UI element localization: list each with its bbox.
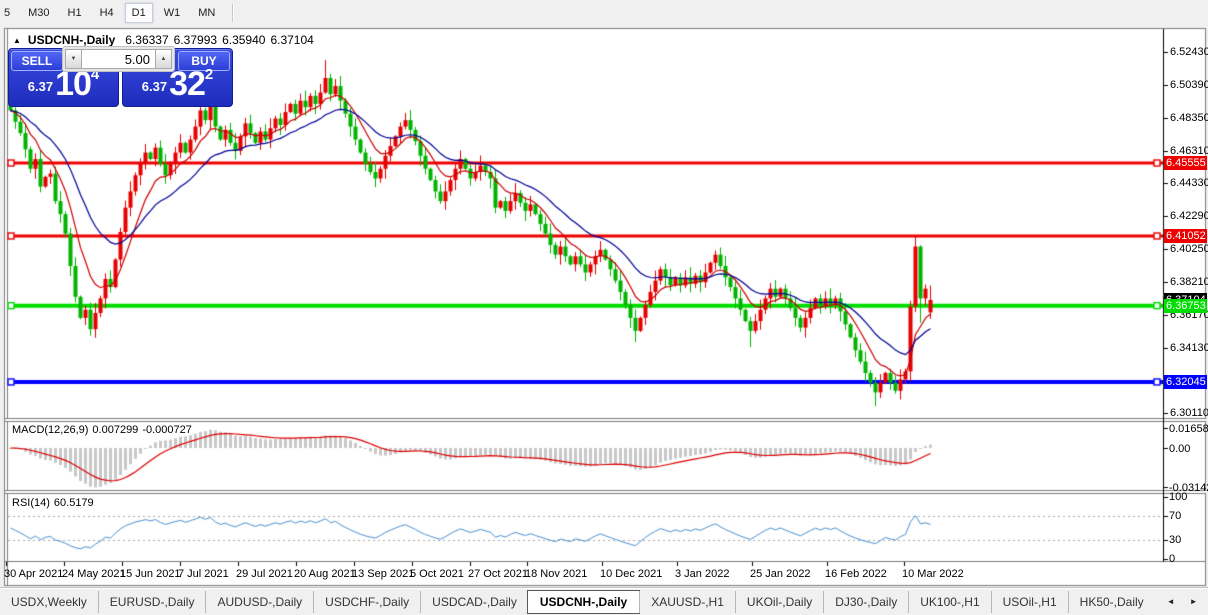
date-axis-label: 25 Jan 2022 <box>750 568 811 580</box>
date-axis-label: 30 Apr 2021 <box>4 568 64 580</box>
tab-scroll-right-icon[interactable]: ► <box>1190 597 1198 606</box>
price-axis-label: 6.34130 <box>1170 342 1208 355</box>
rsi-axis-label: 100 <box>1169 491 1188 503</box>
date-axis-label: 27 Oct 2021 <box>468 568 528 580</box>
chart-symbol-label: USDCNH-,Daily <box>27 33 116 47</box>
price-axis-label: 6.38210 <box>1170 276 1208 289</box>
date-axis-label: 13 Sep 2021 <box>352 568 415 580</box>
date-axis-label: 16 Feb 2022 <box>825 568 887 580</box>
timeframe-button-5[interactable]: 5 <box>1 3 17 23</box>
rsi-axis-label: 70 <box>1169 509 1182 522</box>
tab-audusd-daily[interactable]: AUDUSD-,Daily <box>205 590 313 613</box>
price-axis-label: 6.52430 <box>1170 45 1208 58</box>
symbol-tab-bar: USDX,Weekly EURUSD-,Daily AUDUSD-,Daily USD… <box>0 587 1208 615</box>
date-axis-label: 15 Jun 2021 <box>120 568 181 580</box>
timeframe-button-d1[interactable]: D1 <box>124 3 153 23</box>
tab-ukoil-daily[interactable]: UKOil-,Daily <box>734 590 823 613</box>
date-axis-label: 10 Dec 2021 <box>600 568 663 580</box>
collapse-arrow-icon[interactable]: ▲ <box>13 36 21 45</box>
volume-increase-button[interactable]: ▲ <box>155 49 172 69</box>
tab-scroll-left-icon[interactable]: ◄ <box>1167 597 1175 606</box>
one-click-trading-panel: SELL 6.37104 BUY 6.37322 ▼ ▲ <box>8 46 233 107</box>
tab-usoil-h1[interactable]: USOil-,H1 <box>990 590 1068 613</box>
timeframe-button-h4[interactable]: H4 <box>93 3 121 23</box>
date-axis-label: 7 Jul 2021 <box>178 568 229 580</box>
macd-axis-label: 0.00 <box>1169 443 1191 455</box>
date-axis-label: 18 Nov 2021 <box>525 568 588 580</box>
price-axis-label: 6.50390 <box>1170 78 1208 91</box>
tab-usdcnh-daily[interactable]: USDCNH-,Daily <box>526 589 641 614</box>
timeframe-button-mn[interactable]: MN <box>191 3 222 23</box>
date-axis-label: 5 Oct 2021 <box>410 568 464 580</box>
price-axis-label: 6.40250 <box>1170 242 1208 255</box>
timeframe-button-w1[interactable]: W1 <box>157 3 188 23</box>
date-axis-label: 3 Jan 2022 <box>675 568 730 580</box>
tab-usdchf-daily[interactable]: USDCHF-,Daily <box>313 590 420 613</box>
volume-decrease-button[interactable]: ▼ <box>65 49 82 69</box>
ohlc-open: 6.36337 <box>125 33 169 47</box>
tab-usdcad-daily[interactable]: USDCAD-,Daily <box>420 590 528 613</box>
tab-uk100-h1[interactable]: UK100-,H1 <box>908 590 990 613</box>
tab-scroll-arrows: ◄ ► <box>1155 597 1208 606</box>
tab-xauusd-h1[interactable]: XAUUSD-,H1 <box>639 590 735 613</box>
volume-control: ▼ ▲ <box>62 46 175 72</box>
date-axis-label: 29 Jul 2021 <box>236 568 293 580</box>
timeframe-button-m30[interactable]: M30 <box>21 3 56 23</box>
price-axis-label: 6.30110 <box>1170 407 1208 420</box>
tab-dj30-daily[interactable]: DJ30-,Daily <box>823 590 908 613</box>
price-axis-label: 6.48350 <box>1170 111 1208 124</box>
ohlc-low: 6.35940 <box>222 33 266 47</box>
rsi-indicator-label: RSI(14) 60.5179 <box>12 497 94 509</box>
tab-usdx-weekly[interactable]: USDX,Weekly <box>0 591 98 613</box>
toolbar-separator <box>232 4 235 22</box>
ohlc-close: 6.37104 <box>270 33 314 47</box>
macd-indicator-label: MACD(12,26,9) 0.007299 -0.000727 <box>12 424 192 436</box>
volume-input[interactable] <box>82 49 155 69</box>
hline-price-tag: 6.32045 <box>1164 374 1207 389</box>
chart-title: ▲ USDCNH-,Daily 6.36337 6.37993 6.35940 6.371… <box>13 33 319 47</box>
ohlc-high: 6.37993 <box>173 33 218 47</box>
timeframe-button-h1[interactable]: H1 <box>61 3 89 23</box>
hline-price-tag: 6.45555 <box>1164 155 1207 170</box>
timeframe-toolbar: 5 M30 H1 H4 D1 W1 MN <box>0 0 1208 26</box>
macd-axis-label: 0.016586 <box>1169 422 1208 435</box>
hline-price-tag: 6.36753 <box>1164 298 1207 313</box>
price-axis-label: 6.42290 <box>1170 209 1208 222</box>
hline-price-tag: 6.41052 <box>1164 228 1207 243</box>
tab-eurusd-daily[interactable]: EURUSD-,Daily <box>97 590 206 613</box>
date-axis-label: 10 Mar 2022 <box>902 568 964 580</box>
date-axis-label: 24 May 2021 <box>62 568 126 580</box>
price-axis-label: 6.46310 <box>1170 144 1208 157</box>
price-axis-label: 6.44330 <box>1170 176 1208 189</box>
rsi-axis-label: 30 <box>1169 534 1182 547</box>
tab-hk50-daily[interactable]: HK50-,Daily <box>1067 590 1155 613</box>
rsi-axis-label: 0 <box>1169 553 1176 565</box>
date-axis-label: 20 Aug 2021 <box>294 568 356 580</box>
